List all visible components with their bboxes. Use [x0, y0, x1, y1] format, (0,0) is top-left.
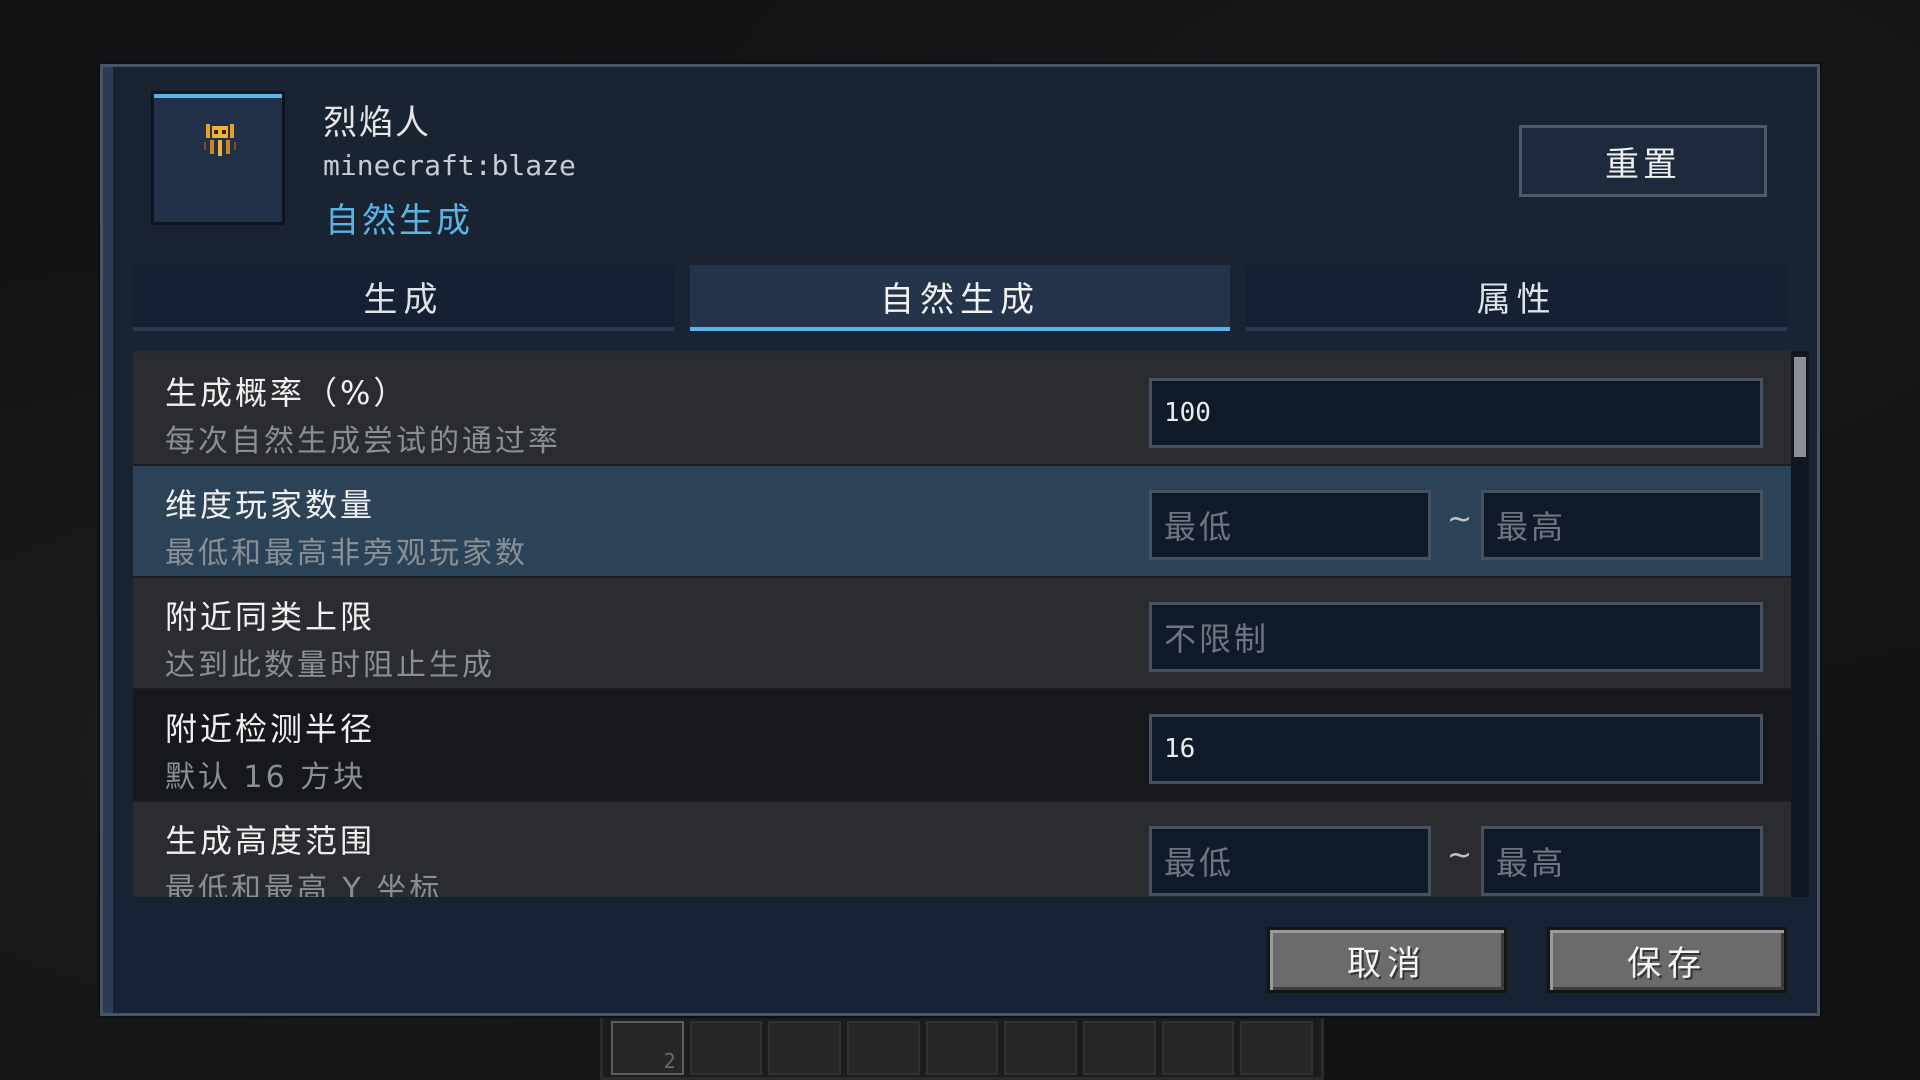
hotbar-slot: [1083, 1021, 1156, 1075]
blaze-icon: [204, 124, 236, 156]
setting-description: 默认 16 方块: [165, 760, 367, 795]
setting-row-height-range: 生成高度范围 最低和最高 Y 坐标 最低 ~ 最高: [133, 802, 1791, 897]
tab-attributes[interactable]: 属性: [1246, 265, 1788, 331]
range-separator: ~: [1447, 502, 1473, 537]
hotbar-slot: 2: [611, 1021, 684, 1075]
setting-label: 生成高度范围: [165, 822, 376, 860]
entity-icon-frame: [151, 91, 285, 225]
range-separator: ~: [1447, 838, 1473, 873]
tab-spawn[interactable]: 生成: [133, 265, 674, 331]
setting-description: 最低和最高 Y 坐标: [165, 872, 443, 897]
hotbar-slot: [1161, 1021, 1235, 1075]
nearby-cap-input[interactable]: 不限制: [1149, 602, 1763, 672]
detect-radius-input[interactable]: 16: [1149, 714, 1763, 784]
hotbar-slot: [768, 1021, 842, 1075]
setting-label: 生成概率（%）: [165, 374, 409, 412]
setting-description: 达到此数量时阻止生成: [165, 648, 495, 683]
player-count-max-input[interactable]: 最高: [1481, 490, 1763, 560]
player-count-min-input[interactable]: 最低: [1149, 490, 1431, 560]
settings-list: 生成概率（%） 每次自然生成尝试的通过率 100 维度玩家数量 最低和最高非旁观…: [133, 351, 1791, 897]
hotbar-slot: [847, 1021, 920, 1075]
setting-label: 维度玩家数量: [165, 486, 376, 524]
height-max-input[interactable]: 最高: [1481, 826, 1763, 896]
reset-button[interactable]: 重置: [1519, 125, 1767, 197]
hotbar-slot: [1240, 1021, 1314, 1075]
hotbar-slot: [1004, 1021, 1078, 1075]
entity-name: 烈焰人: [323, 103, 431, 143]
setting-description: 每次自然生成尝试的通过率: [165, 424, 561, 459]
save-button[interactable]: 保存: [1547, 927, 1787, 993]
setting-label: 附近同类上限: [165, 598, 376, 636]
setting-row-spawn-chance: 生成概率（%） 每次自然生成尝试的通过率 100: [133, 354, 1791, 466]
setting-row-player-count: 维度玩家数量 最低和最高非旁观玩家数 最低 ~ 最高: [133, 466, 1791, 578]
spawn-settings-dialog: 烈焰人 minecraft:blaze 自然生成 重置 生成 自然生成 属性 生…: [100, 64, 1820, 1016]
hotbar: 2: [600, 1010, 1324, 1080]
tab-natural-spawn[interactable]: 自然生成: [689, 265, 1231, 331]
item-count: 2: [663, 1049, 676, 1073]
setting-row-detect-radius: 附近检测半径 默认 16 方块 16: [133, 690, 1791, 802]
setting-label: 附近检测半径: [165, 710, 376, 748]
hotbar-slot: [689, 1021, 763, 1075]
height-min-input[interactable]: 最低: [1149, 826, 1431, 896]
hotbar-slot: [925, 1021, 999, 1075]
scrollbar-thumb[interactable]: [1794, 357, 1806, 457]
dialog-accent-bar: [103, 67, 113, 1013]
setting-row-nearby-cap: 附近同类上限 达到此数量时阻止生成 不限制: [133, 578, 1791, 690]
cancel-button[interactable]: 取消: [1267, 927, 1507, 993]
entity-category: 自然生成: [325, 201, 473, 241]
setting-description: 最低和最高非旁观玩家数: [165, 536, 528, 571]
entity-id: minecraft:blaze: [323, 149, 576, 182]
tab-bar: 生成 自然生成 属性: [133, 265, 1788, 331]
spawn-chance-input[interactable]: 100: [1149, 378, 1763, 448]
